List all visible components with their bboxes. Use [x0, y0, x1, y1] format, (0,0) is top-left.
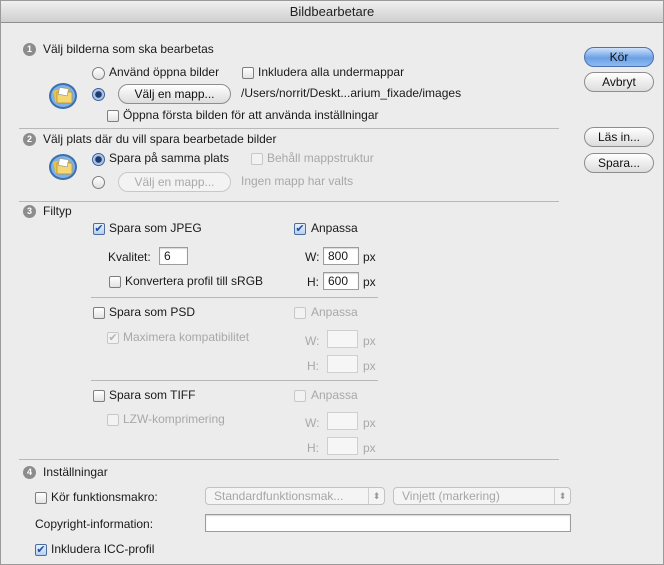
- psd-width-label: W:: [305, 334, 320, 348]
- copyright-label: Copyright-information:: [35, 517, 154, 531]
- section-3-title: Filtyp: [43, 204, 72, 218]
- jpeg-resize-checkbox[interactable]: ✔: [294, 223, 306, 235]
- include-subfolders-label: Inkludera alla undermappar: [258, 65, 405, 79]
- tiff-height-field[interactable]: [327, 437, 358, 455]
- action-value: Vinjett (markering): [402, 489, 500, 503]
- window-title: Bildbearbetare: [1, 1, 663, 23]
- keep-folder-structure-checkbox[interactable]: [251, 153, 263, 165]
- section-2-number-badge: 2: [23, 133, 36, 146]
- jpeg-width-label: W:: [305, 250, 320, 264]
- lzw-compression-label: LZW-komprimering: [123, 412, 225, 426]
- copyright-field[interactable]: [205, 514, 571, 532]
- choose-folder-radio[interactable]: [92, 88, 105, 101]
- section-2-title: Välj plats där du vill spara bearbetade …: [43, 132, 277, 146]
- jpeg-quality-label: Kvalitet:: [108, 250, 151, 264]
- source-folder-path: /Users/norrit/Deskt...arium_fixade/image…: [241, 86, 462, 100]
- include-icc-label: Inkludera ICC-profil: [51, 542, 155, 556]
- save-as-jpeg-label: Spara som JPEG: [109, 221, 202, 235]
- use-open-images-radio[interactable]: [92, 67, 105, 80]
- jpeg-width-unit: px: [363, 250, 376, 264]
- keep-folder-structure-label: Behåll mappstruktur: [267, 151, 374, 165]
- section-1-title: Välj bilderna som ska bearbetas: [43, 42, 214, 56]
- tiff-width-unit: px: [363, 416, 376, 430]
- filetype-divider: [91, 297, 378, 298]
- load-button[interactable]: Läs in...: [584, 127, 654, 147]
- lzw-compression-checkbox[interactable]: [107, 414, 119, 426]
- choose-destination-button[interactable]: Välj en mapp...: [118, 172, 231, 192]
- run-button[interactable]: Kör: [584, 47, 654, 67]
- save-as-tiff-checkbox[interactable]: [93, 390, 105, 402]
- select-arrows-icon: ⬍: [554, 488, 570, 504]
- run-action-label: Kör funktionsmakro:: [51, 490, 158, 504]
- action-select[interactable]: Vinjett (markering) ⬍: [393, 487, 571, 505]
- psd-resize-label: Anpassa: [311, 305, 358, 319]
- destination-folder-icon: [49, 154, 77, 180]
- section-divider: [19, 128, 559, 129]
- save-as-jpeg-checkbox[interactable]: ✔: [93, 223, 105, 235]
- run-action-checkbox[interactable]: [35, 492, 47, 504]
- action-set-select[interactable]: Standardfunktionsmak... ⬍: [205, 487, 385, 505]
- choose-destination-radio[interactable]: [92, 176, 105, 189]
- select-arrows-icon: ⬍: [368, 488, 384, 504]
- include-icc-checkbox[interactable]: ✔: [35, 544, 47, 556]
- jpeg-quality-field[interactable]: 6: [159, 247, 188, 265]
- folder-with-images-icon: [49, 83, 77, 109]
- jpeg-resize-label: Anpassa: [311, 221, 358, 235]
- psd-resize-checkbox[interactable]: [294, 307, 306, 319]
- save-as-tiff-label: Spara som TIFF: [109, 388, 196, 402]
- tiff-resize-label: Anpassa: [311, 388, 358, 402]
- jpeg-height-unit: px: [363, 275, 376, 289]
- save-settings-button[interactable]: Spara...: [584, 153, 654, 173]
- psd-width-field[interactable]: [327, 330, 358, 348]
- cancel-button[interactable]: Avbryt: [584, 72, 654, 92]
- jpeg-height-label: H:: [307, 275, 319, 289]
- psd-height-field[interactable]: [327, 355, 358, 373]
- include-subfolders-checkbox[interactable]: [242, 67, 254, 79]
- convert-srgb-label: Konvertera profil till sRGB: [125, 274, 264, 288]
- open-first-image-checkbox[interactable]: [107, 110, 119, 122]
- section-4-title: Inställningar: [43, 465, 108, 479]
- jpeg-height-field[interactable]: 600: [323, 272, 359, 290]
- save-as-psd-label: Spara som PSD: [109, 305, 196, 319]
- open-first-image-label: Öppna första bilden för att använda inst…: [123, 108, 379, 122]
- save-as-psd-checkbox[interactable]: [93, 307, 105, 319]
- maximize-compatibility-label: Maximera kompatibilitet: [123, 330, 250, 344]
- jpeg-width-field[interactable]: 800: [323, 247, 359, 265]
- section-divider: [19, 201, 559, 202]
- tiff-resize-checkbox[interactable]: [294, 390, 306, 402]
- psd-width-unit: px: [363, 334, 376, 348]
- choose-folder-button[interactable]: Välj en mapp...: [118, 84, 231, 104]
- convert-srgb-checkbox[interactable]: [109, 276, 121, 288]
- maximize-compatibility-checkbox[interactable]: ✔: [107, 332, 119, 344]
- image-processor-dialog: Bildbearbetare 1 Välj bilderna som ska b…: [0, 0, 664, 565]
- save-same-place-radio[interactable]: [92, 153, 105, 166]
- psd-height-unit: px: [363, 359, 376, 373]
- save-same-place-label: Spara på samma plats: [109, 151, 230, 165]
- filetype-divider: [91, 380, 378, 381]
- section-1-number-badge: 1: [23, 43, 36, 56]
- section-3-number-badge: 3: [23, 205, 36, 218]
- tiff-width-label: W:: [305, 416, 320, 430]
- section-divider: [19, 459, 559, 460]
- psd-height-label: H:: [307, 359, 319, 373]
- section-4-number-badge: 4: [23, 466, 36, 479]
- tiff-height-label: H:: [307, 441, 319, 455]
- no-folder-selected-text: Ingen mapp har valts: [241, 174, 354, 188]
- use-open-images-label: Använd öppna bilder: [109, 65, 220, 79]
- tiff-height-unit: px: [363, 441, 376, 455]
- tiff-width-field[interactable]: [327, 412, 358, 430]
- action-set-value: Standardfunktionsmak...: [214, 489, 344, 503]
